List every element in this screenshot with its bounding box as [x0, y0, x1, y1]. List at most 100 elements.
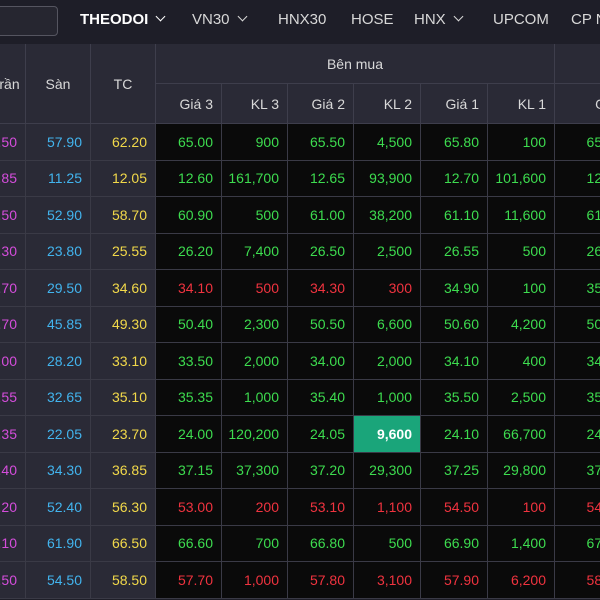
floor-price: 11.25 — [26, 160, 91, 197]
bid-price-cell: 12. — [555, 160, 600, 197]
bid-volume-cell: 500 — [222, 270, 288, 307]
bid-volume-cell: 29,300 — [354, 452, 421, 489]
table-row[interactable]: .7045.8549.3050.402,30050.506,60050.604,… — [0, 306, 600, 343]
symbol-search-input[interactable] — [0, 6, 58, 36]
header-buy-group: Bên mua — [156, 44, 555, 84]
table-row[interactable]: .0028.2033.1033.502,00034.002,00034.1040… — [0, 343, 600, 380]
bid-volume-cell: 500 — [488, 233, 555, 270]
floor-price: 23.80 — [26, 233, 91, 270]
bid-price-cell: 37.25 — [421, 452, 488, 489]
header-kl-1: KL 1 — [488, 84, 555, 124]
bid-volume-cell: 4,200 — [488, 306, 555, 343]
bid-price-cell: 34. — [555, 343, 600, 380]
market-tabs-bar: THEODOI VN30 HNX30 HOSE HNX UPCOM CP N — [0, 0, 600, 44]
bid-volume-cell: 120,200 — [222, 416, 288, 453]
bid-price-cell: 54.50 — [421, 489, 488, 526]
ceiling-price: .85 — [0, 160, 26, 197]
bid-volume-cell: 1,000 — [354, 379, 421, 416]
bid-price-cell: 50.60 — [421, 306, 488, 343]
reference-price: 23.70 — [91, 416, 156, 453]
tab-hose[interactable]: HOSE — [351, 0, 394, 40]
table-row[interactable]: .5057.9062.2065.0090065.504,50065.801006… — [0, 124, 600, 161]
table-row[interactable]: .5054.5058.5057.701,00057.803,10057.906,… — [0, 562, 600, 599]
tab-cp-n[interactable]: CP N — [571, 0, 600, 40]
floor-price: 52.40 — [26, 489, 91, 526]
table-row[interactable]: .4034.3036.8537.1537,30037.2029,30037.25… — [0, 452, 600, 489]
bid-price-cell: 35.35 — [156, 379, 222, 416]
floor-price: 22.05 — [26, 416, 91, 453]
bid-price-cell: 34.10 — [421, 343, 488, 380]
table-row[interactable]: .3522.0523.7024.00120,20024.059,60024.10… — [0, 416, 600, 453]
table-row[interactable]: .5052.9058.7060.9050061.0038,20061.1011,… — [0, 197, 600, 234]
bid-price-cell: 24. — [555, 416, 600, 453]
bid-volume-cell: 2,500 — [488, 379, 555, 416]
bid-price-cell: 34.90 — [421, 270, 488, 307]
floor-price: 28.20 — [26, 343, 91, 380]
bid-volume-cell: 6,200 — [488, 562, 555, 599]
table-row[interactable]: .7029.5034.6034.1050034.3030034.9010035. — [0, 270, 600, 307]
bid-volume-cell: 100 — [488, 489, 555, 526]
bid-volume-cell: 300 — [354, 270, 421, 307]
reference-price: 35.10 — [91, 379, 156, 416]
header-ceiling: rần — [0, 44, 26, 124]
tab-theodoi[interactable]: THEODOI — [80, 0, 166, 40]
ceiling-price: .30 — [0, 233, 26, 270]
bid-price-cell: 35.50 — [421, 379, 488, 416]
bid-price-cell: 26.50 — [288, 233, 354, 270]
reference-price: 36.85 — [91, 452, 156, 489]
table-row[interactable]: .2052.4056.3053.0020053.101,10054.501005… — [0, 489, 600, 526]
bid-price-cell: 61.10 — [421, 197, 488, 234]
bid-price-cell: 37.15 — [156, 452, 222, 489]
bid-price-cell: 65.80 — [421, 124, 488, 161]
reference-price: 66.50 — [91, 525, 156, 562]
bid-price-cell: 53.10 — [288, 489, 354, 526]
bid-volume-cell: 101,600 — [488, 160, 555, 197]
tab-upcom[interactable]: UPCOM — [493, 0, 549, 40]
tab-label: CP N — [571, 11, 600, 28]
tab-label: HOSE — [351, 11, 394, 28]
reference-price: 33.10 — [91, 343, 156, 380]
bid-price-cell: 65.50 — [288, 124, 354, 161]
bid-volume-cell: 9,600 — [354, 416, 421, 453]
tab-vn30[interactable]: VN30 — [192, 0, 247, 40]
bid-price-cell: 58. — [555, 562, 600, 599]
tab-hnx30[interactable]: HNX30 — [278, 0, 326, 40]
bid-price-cell: 24.10 — [421, 416, 488, 453]
floor-price: 61.90 — [26, 525, 91, 562]
chevron-down-icon — [155, 11, 166, 22]
tab-label: THEODOI — [80, 11, 149, 28]
chevron-down-icon — [453, 11, 464, 22]
header-giá-1: Giá 1 — [421, 84, 488, 124]
table-row[interactable]: .8511.2512.0512.60161,70012.6593,90012.7… — [0, 160, 600, 197]
bid-price-cell: 50. — [555, 306, 600, 343]
table-row[interactable]: .1061.9066.5066.6070066.8050066.901,4006… — [0, 525, 600, 562]
bid-volume-cell: 93,900 — [354, 160, 421, 197]
header-kl-2: KL 2 — [354, 84, 421, 124]
reference-price: 56.30 — [91, 489, 156, 526]
table-row[interactable]: .5532.6535.1035.351,00035.401,00035.502,… — [0, 379, 600, 416]
bid-price-cell: 65. — [555, 124, 600, 161]
ceiling-price: .70 — [0, 270, 26, 307]
chevron-down-icon — [237, 11, 247, 22]
bid-price-cell: 35. — [555, 270, 600, 307]
header-giá-2: Giá 2 — [288, 84, 354, 124]
bid-volume-cell: 900 — [222, 124, 288, 161]
bid-price-cell: 37.20 — [288, 452, 354, 489]
floor-price: 29.50 — [26, 270, 91, 307]
bid-price-cell: 34.00 — [288, 343, 354, 380]
table-row[interactable]: .3023.8025.5526.207,40026.502,50026.5550… — [0, 233, 600, 270]
bid-volume-cell: 400 — [488, 343, 555, 380]
reference-price: 25.55 — [91, 233, 156, 270]
reference-price: 12.05 — [91, 160, 156, 197]
bid-volume-cell: 3,100 — [354, 562, 421, 599]
ceiling-price: .35 — [0, 416, 26, 453]
reference-price: 49.30 — [91, 306, 156, 343]
bid-volume-cell: 66,700 — [488, 416, 555, 453]
floor-price: 52.90 — [26, 197, 91, 234]
tab-hnx[interactable]: HNX — [414, 0, 464, 40]
bid-volume-cell: 1,000 — [222, 379, 288, 416]
floor-price: 57.90 — [26, 124, 91, 161]
tab-label: UPCOM — [493, 11, 549, 28]
bid-price-cell: 33.50 — [156, 343, 222, 380]
floor-price: 45.85 — [26, 306, 91, 343]
